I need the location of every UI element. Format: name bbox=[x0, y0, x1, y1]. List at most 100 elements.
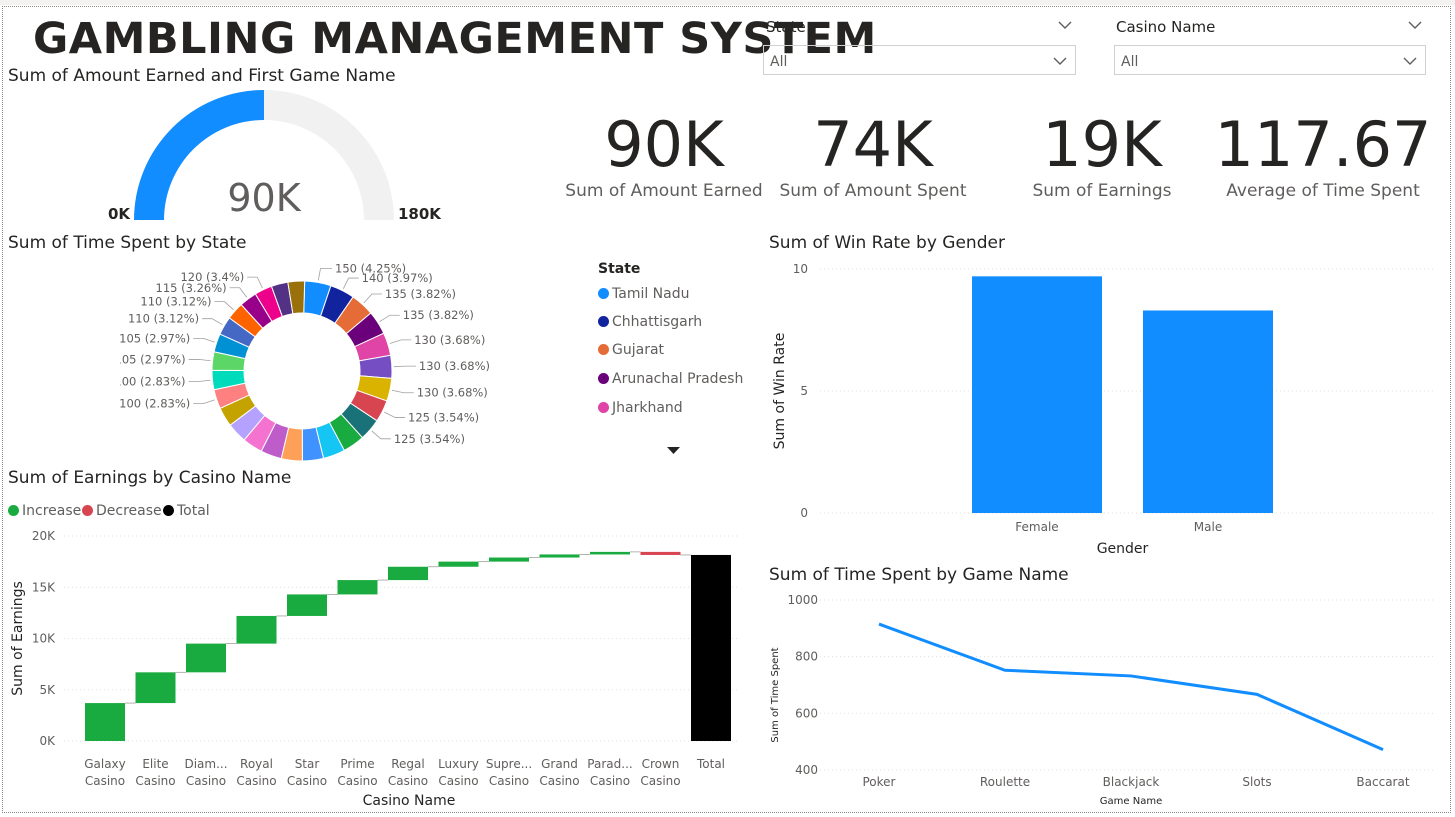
legend-dot bbox=[598, 316, 609, 327]
legend-item[interactable]: Decrease bbox=[82, 503, 162, 519]
y-tick-label: 0 bbox=[800, 506, 808, 520]
x-tick-label: Luxury bbox=[438, 757, 479, 771]
legend-item[interactable]: Gujarat bbox=[598, 342, 664, 358]
gauge-chart[interactable]: 90K 0K 180K bbox=[100, 86, 460, 226]
x-tick-label: Total bbox=[696, 757, 725, 771]
x-tick-label: Casino bbox=[438, 774, 478, 788]
chevron-down-icon[interactable] bbox=[1408, 20, 1422, 30]
legend-label: Jharkhand bbox=[612, 400, 683, 416]
x-tick-label: Casino bbox=[640, 774, 680, 788]
donut-data-label: 100 (2.83%) bbox=[120, 397, 190, 411]
y-tick-label: 400 bbox=[795, 763, 818, 777]
donut-leader-line bbox=[389, 339, 412, 344]
donut-data-label: 135 (3.82%) bbox=[403, 308, 474, 322]
x-tick-label: Casino bbox=[287, 774, 327, 788]
waterfall-bar[interactable] bbox=[186, 643, 226, 673]
legend-label: Arunachal Pradesh bbox=[612, 371, 744, 387]
donut-legend-title: State bbox=[598, 261, 641, 277]
waterfall-bar[interactable] bbox=[489, 557, 529, 562]
x-axis-title: Casino Name bbox=[363, 793, 456, 809]
waterfall-bar[interactable] bbox=[438, 561, 479, 567]
state-slicer-value: All bbox=[770, 54, 788, 70]
earnings-waterfall-chart[interactable]: 0K 5K 10K 15K 20K Galaxy Casino Elite Casino Diam… bbox=[4, 522, 744, 812]
gauge-max-label: 180K bbox=[398, 205, 442, 223]
donut-leader-line bbox=[379, 314, 400, 322]
kpi-time-spent-label: Average of Time Spent bbox=[1226, 181, 1420, 201]
x-tick-label: Regal bbox=[391, 757, 425, 771]
casino-slicer-dropdown[interactable]: All bbox=[1114, 45, 1426, 75]
donut-data-label: 140 (3.97%) bbox=[362, 271, 433, 285]
x-tick-label: Roulette bbox=[980, 775, 1030, 789]
y-tick-label: 5K bbox=[39, 683, 56, 697]
legend-dot bbox=[82, 505, 93, 516]
gauge-min-label: 0K bbox=[108, 205, 131, 223]
legend-item[interactable]: Tamil Nadu bbox=[598, 286, 690, 302]
chevron-down-icon bbox=[1403, 57, 1417, 65]
waterfall-bar[interactable] bbox=[539, 554, 580, 558]
waterfall-bar[interactable] bbox=[691, 554, 731, 741]
kpi-amount-earned-value: 90K bbox=[604, 108, 724, 181]
donut-leader-line bbox=[391, 389, 414, 394]
kpi-time-spent-value: 117.67 bbox=[1214, 108, 1432, 181]
legend-dot bbox=[598, 373, 609, 384]
donut-data-label: 135 (3.82%) bbox=[385, 287, 456, 301]
x-tick-label: Casino bbox=[337, 774, 377, 788]
legend-item[interactable]: Total bbox=[163, 503, 210, 519]
legend-item[interactable]: Jharkhand bbox=[598, 400, 683, 416]
line-series[interactable] bbox=[878, 622, 1384, 751]
donut-data-label: 125 (3.54%) bbox=[394, 432, 465, 446]
x-axis-title: Game Name bbox=[1100, 796, 1162, 807]
waterfall-bar[interactable] bbox=[287, 594, 327, 616]
donut-chart[interactable]: 150 (4.25%)140 (3.97%)135 (3.82%)135 (3.… bbox=[120, 256, 500, 462]
chevron-down-icon[interactable] bbox=[1058, 20, 1072, 30]
win-rate-bar-chart[interactable]: 0 5 10 Female Male Gender Sum of Win Rate bbox=[764, 256, 1444, 561]
x-axis-title: Gender bbox=[1097, 541, 1149, 557]
waterfall-bar[interactable] bbox=[590, 551, 630, 555]
kpi-amount-spent-value: 74K bbox=[813, 108, 933, 181]
waterfall-bar[interactable] bbox=[640, 551, 681, 555]
waterfall-bar[interactable] bbox=[135, 672, 176, 704]
x-tick-label: Casino bbox=[388, 774, 428, 788]
donut-leader-line bbox=[247, 276, 263, 289]
bar[interactable] bbox=[1143, 310, 1273, 513]
donut-data-label: 130 (3.68%) bbox=[419, 359, 490, 373]
legend-item[interactable]: Increase bbox=[8, 503, 81, 519]
y-tick-label: 0K bbox=[39, 734, 56, 748]
y-tick-label: 20K bbox=[32, 529, 56, 543]
donut-title: Sum of Time Spent by State bbox=[8, 233, 247, 253]
donut-data-label: 100 (2.83%) bbox=[120, 374, 186, 388]
line-chart-title: Sum of Time Spent by Game Name bbox=[769, 565, 1069, 585]
donut-leader-line bbox=[188, 379, 211, 382]
x-tick-label: Blackjack bbox=[1103, 775, 1160, 789]
donut-leader-line bbox=[193, 337, 215, 343]
legend-item[interactable]: Chhattisgarh bbox=[598, 314, 702, 330]
x-tick-label: Supre... bbox=[486, 757, 532, 771]
waterfall-bar[interactable] bbox=[85, 703, 125, 741]
donut-data-label: 110 (3.12%) bbox=[128, 312, 199, 326]
x-tick-label: Casino bbox=[590, 774, 630, 788]
x-tick-label: Elite bbox=[142, 757, 168, 771]
x-tick-label: Poker bbox=[863, 775, 896, 789]
x-tick-label: Baccarat bbox=[1356, 775, 1409, 789]
waterfall-bar[interactable] bbox=[236, 615, 277, 644]
waterfall-bar[interactable] bbox=[337, 580, 378, 595]
legend-scroll-down-icon[interactable] bbox=[667, 446, 680, 455]
state-slicer-dropdown[interactable]: All bbox=[763, 45, 1076, 75]
donut-data-label: 130 (3.68%) bbox=[417, 386, 488, 400]
legend-item[interactable]: Arunachal Pradesh bbox=[598, 371, 743, 387]
donut-leader-line bbox=[371, 430, 391, 440]
y-tick-label: 600 bbox=[795, 706, 818, 720]
page-title: GAMBLING MANAGEMENT SYSTEM bbox=[33, 14, 877, 64]
x-tick-label: Male bbox=[1194, 520, 1222, 534]
gauge-title: Sum of Amount Earned and First Game Name bbox=[8, 66, 396, 86]
time-spent-line-chart[interactable]: 400 600 800 1000 Poker Roulette Blackjack Slots… bbox=[764, 588, 1444, 810]
x-tick-label: Female bbox=[1015, 520, 1058, 534]
waterfall-bar[interactable] bbox=[388, 566, 428, 581]
legend-dot bbox=[598, 288, 609, 299]
legend-label: Tamil Nadu bbox=[612, 286, 690, 302]
y-tick-label: 10 bbox=[793, 262, 808, 276]
x-tick-label: Diam... bbox=[184, 757, 227, 771]
bar[interactable] bbox=[972, 276, 1102, 513]
legend-dot bbox=[598, 344, 609, 355]
casino-slicer-value: All bbox=[1121, 54, 1139, 70]
